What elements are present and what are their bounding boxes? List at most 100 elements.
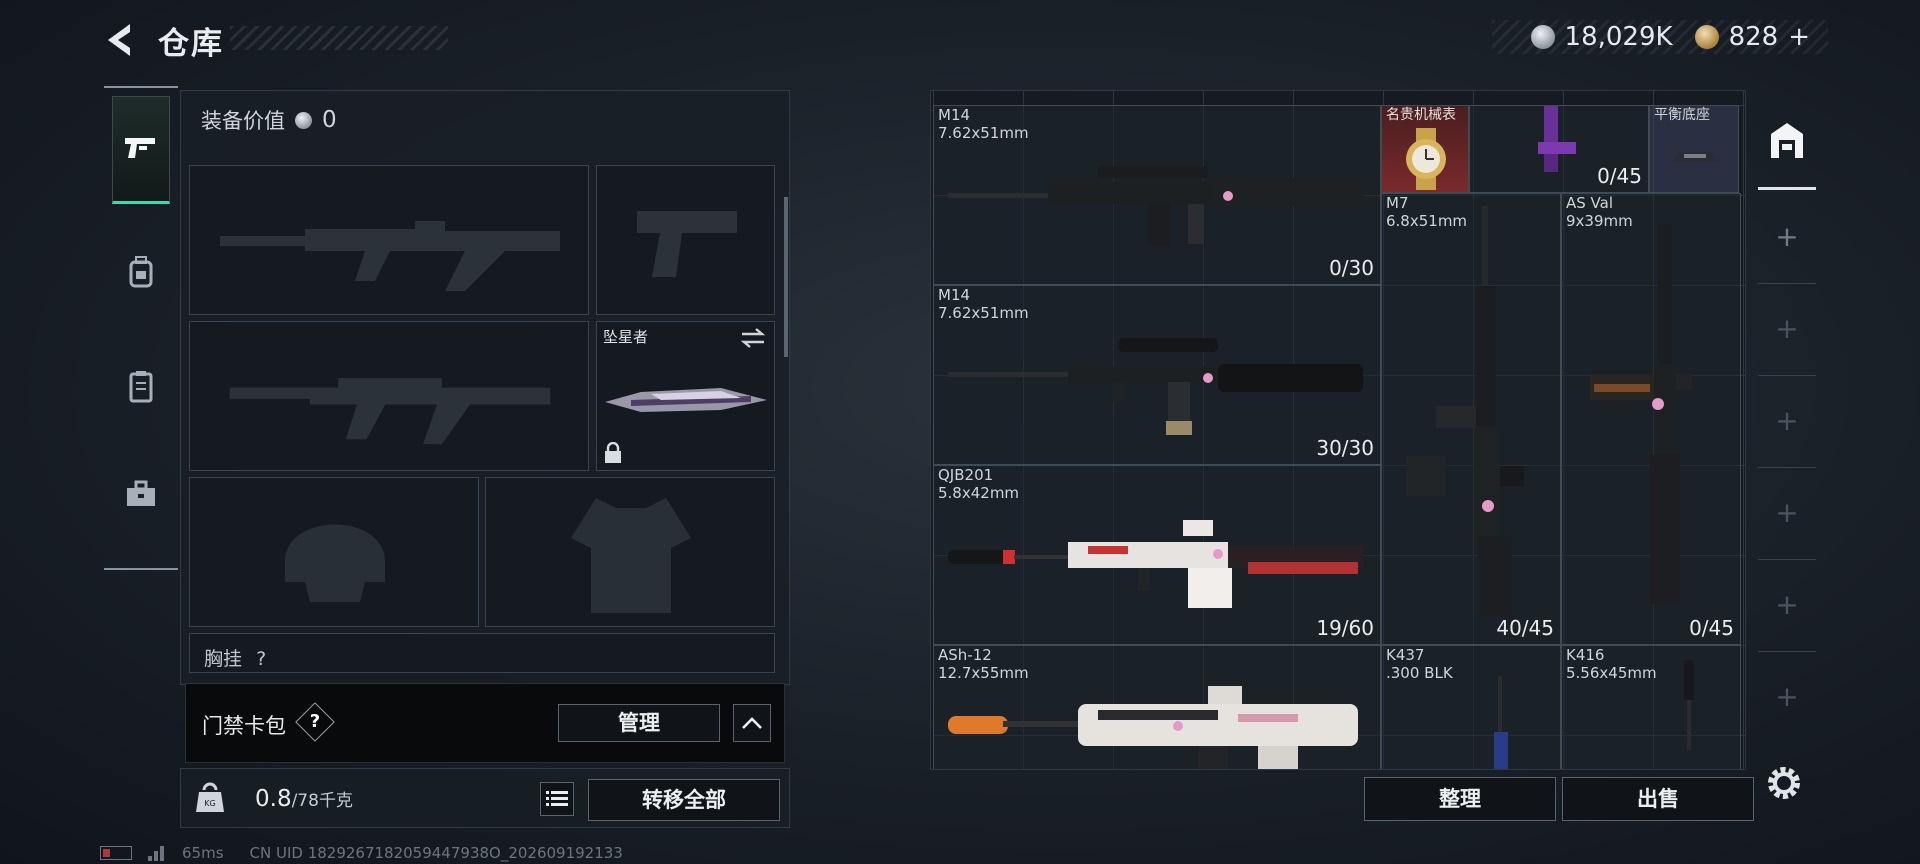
- stash-item-asval[interactable]: AS Val 9x39mm 0/45: [1561, 193, 1741, 645]
- page-title: 仓库: [158, 26, 224, 62]
- equip-value-label: 装备价值: [201, 109, 285, 133]
- stash-item-ash12[interactable]: ASh-12 12.7x55mm: [933, 645, 1381, 769]
- item-caliber: 7.62x51mm: [938, 124, 1029, 142]
- back-icon[interactable]: [100, 20, 136, 60]
- side-tab-bar: [104, 86, 178, 570]
- stash-item-balance-base[interactable]: 平衡底座: [1649, 105, 1739, 193]
- rifle-k437-icon: [1494, 676, 1508, 769]
- tab-armor[interactable]: [112, 332, 170, 440]
- transfer-all-button[interactable]: 转移全部: [588, 779, 780, 821]
- help-mark: ?: [309, 711, 321, 732]
- scrollbar[interactable]: [784, 197, 788, 357]
- rifle-k416-icon: [1684, 660, 1694, 750]
- lock-icon: [605, 442, 621, 463]
- stash-item-m14[interactable]: M14 7.62x51mm 0/30: [933, 105, 1381, 285]
- uid-text: CN UID 1829267182059447938O_202609192133: [249, 844, 623, 862]
- sell-button[interactable]: 出售: [1562, 777, 1754, 821]
- add-tab-button[interactable]: +: [1758, 376, 1816, 468]
- equipment-panel: 装备价值 0 坠星者 胸挂 ?: [180, 90, 790, 685]
- add-icon: +: [1775, 220, 1799, 253]
- item-name: AS Val: [1566, 194, 1614, 212]
- knife-icon: [605, 388, 767, 412]
- weight-value: 0.8: [255, 786, 292, 812]
- add-icon: +: [1775, 312, 1799, 345]
- primary-weapon-slot-2[interactable]: [189, 321, 589, 471]
- manage-button[interactable]: 管理: [558, 704, 720, 742]
- grip-attachment-icon: [1538, 106, 1576, 172]
- stash-item-grip[interactable]: 0/45: [1469, 105, 1649, 193]
- add-tab-button[interactable]: +: [1758, 652, 1816, 744]
- silver-coin-icon: [1530, 25, 1555, 49]
- armor-silhouette-icon: [571, 498, 691, 613]
- item-ammo: 30/30: [1316, 436, 1374, 460]
- pistol-silhouette-icon: [637, 211, 737, 277]
- tab-weapons[interactable]: [112, 96, 170, 204]
- chest-rig-value: ?: [256, 648, 267, 670]
- melee-slot[interactable]: 坠星者: [596, 321, 775, 471]
- item-caliber: 5.56x45mm: [1566, 664, 1657, 682]
- primary-weapon-slot[interactable]: [189, 165, 589, 315]
- stash-tab-main[interactable]: [1758, 90, 1816, 190]
- add-icon: +: [1775, 588, 1799, 621]
- stash-item-m7[interactable]: M7 6.8x51mm 40/45: [1381, 193, 1561, 645]
- weight-readout: 0.8/78千克: [255, 786, 353, 812]
- rifle-silhouette-icon: [220, 221, 560, 291]
- item-caliber: 5.8x42mm: [938, 484, 1020, 502]
- stash-item-m14-2[interactable]: M14 7.62x51mm 30/30: [933, 285, 1381, 465]
- swap-icon[interactable]: [740, 327, 766, 349]
- list-button[interactable]: [540, 782, 574, 816]
- stash-item-k416[interactable]: K416 5.56x45mm: [1561, 645, 1741, 769]
- gold-add-button[interactable]: +: [1788, 22, 1810, 52]
- item-name: QJB201: [938, 466, 994, 484]
- stash-item-qjb201[interactable]: QJB201 5.8x42mm 19/60: [933, 465, 1381, 645]
- add-icon: +: [1775, 496, 1799, 529]
- rifle-m14-icon: [948, 166, 1363, 246]
- rifle-ash12-icon: [948, 686, 1358, 769]
- list-icon: [546, 791, 568, 806]
- item-name: M14: [938, 286, 971, 304]
- watch-icon: [1406, 128, 1446, 190]
- body-armor-slot[interactable]: [485, 477, 775, 627]
- melee-slot-name: 坠星者: [603, 328, 649, 346]
- ping-text: 65ms: [182, 844, 224, 862]
- stash-item-luxury-watch[interactable]: 名贵机械表: [1381, 105, 1469, 193]
- add-tab-button[interactable]: +: [1758, 284, 1816, 376]
- toolbox-icon: [127, 480, 155, 506]
- rifle-silhouette-icon: [229, 378, 551, 445]
- battery-icon: [100, 846, 132, 860]
- stash-item-k437[interactable]: K437 .300 BLK: [1381, 645, 1561, 769]
- stash-grid-panel: M14 7.62x51mm 0/30 M14 7.62x51mm 30/30 Q…: [930, 90, 1746, 770]
- helmet-slot[interactable]: [189, 477, 479, 627]
- item-ammo: 0/45: [1597, 164, 1642, 188]
- item-name: M14: [938, 106, 971, 124]
- equip-value: 装备价值 0: [201, 105, 337, 135]
- rifle-m14-scoped-icon: [948, 338, 1363, 435]
- item-name: 名贵机械表: [1386, 107, 1456, 123]
- weight-bar: KG 0.8/78千克 转移全部: [180, 768, 790, 828]
- weight-icon: KG: [196, 782, 224, 812]
- rifle-asval-icon: [1590, 224, 1692, 604]
- backpack-icon: [129, 256, 153, 288]
- item-name: ASh-12: [938, 646, 992, 664]
- add-tab-button[interactable]: +: [1758, 192, 1816, 284]
- add-tab-button[interactable]: +: [1758, 468, 1816, 560]
- currency-bar: 18,029K 828 +: [1492, 20, 1828, 54]
- item-ammo: 40/45: [1496, 616, 1554, 640]
- settings-icon[interactable]: [1765, 764, 1803, 802]
- chest-rig-slot[interactable]: 胸挂 ?: [189, 633, 775, 673]
- armor-icon: [129, 371, 153, 403]
- signal-icon: [148, 845, 166, 861]
- item-caliber: .300 BLK: [1386, 664, 1453, 682]
- add-tab-button[interactable]: +: [1758, 560, 1816, 652]
- rifle-m7-icon: [1406, 206, 1524, 616]
- tab-backpack[interactable]: [112, 218, 170, 326]
- add-icon: +: [1775, 680, 1799, 713]
- chest-rig-label-text: 胸挂: [204, 648, 243, 670]
- secondary-weapon-slot[interactable]: [596, 165, 775, 315]
- sort-button[interactable]: 整理: [1364, 777, 1556, 821]
- svg-text:KG: KG: [204, 799, 215, 808]
- helmet-silhouette-icon: [285, 524, 385, 602]
- collapse-button[interactable]: [733, 704, 771, 742]
- tab-tools[interactable]: [112, 440, 170, 548]
- chest-rig-label: 胸挂 ?: [204, 644, 266, 671]
